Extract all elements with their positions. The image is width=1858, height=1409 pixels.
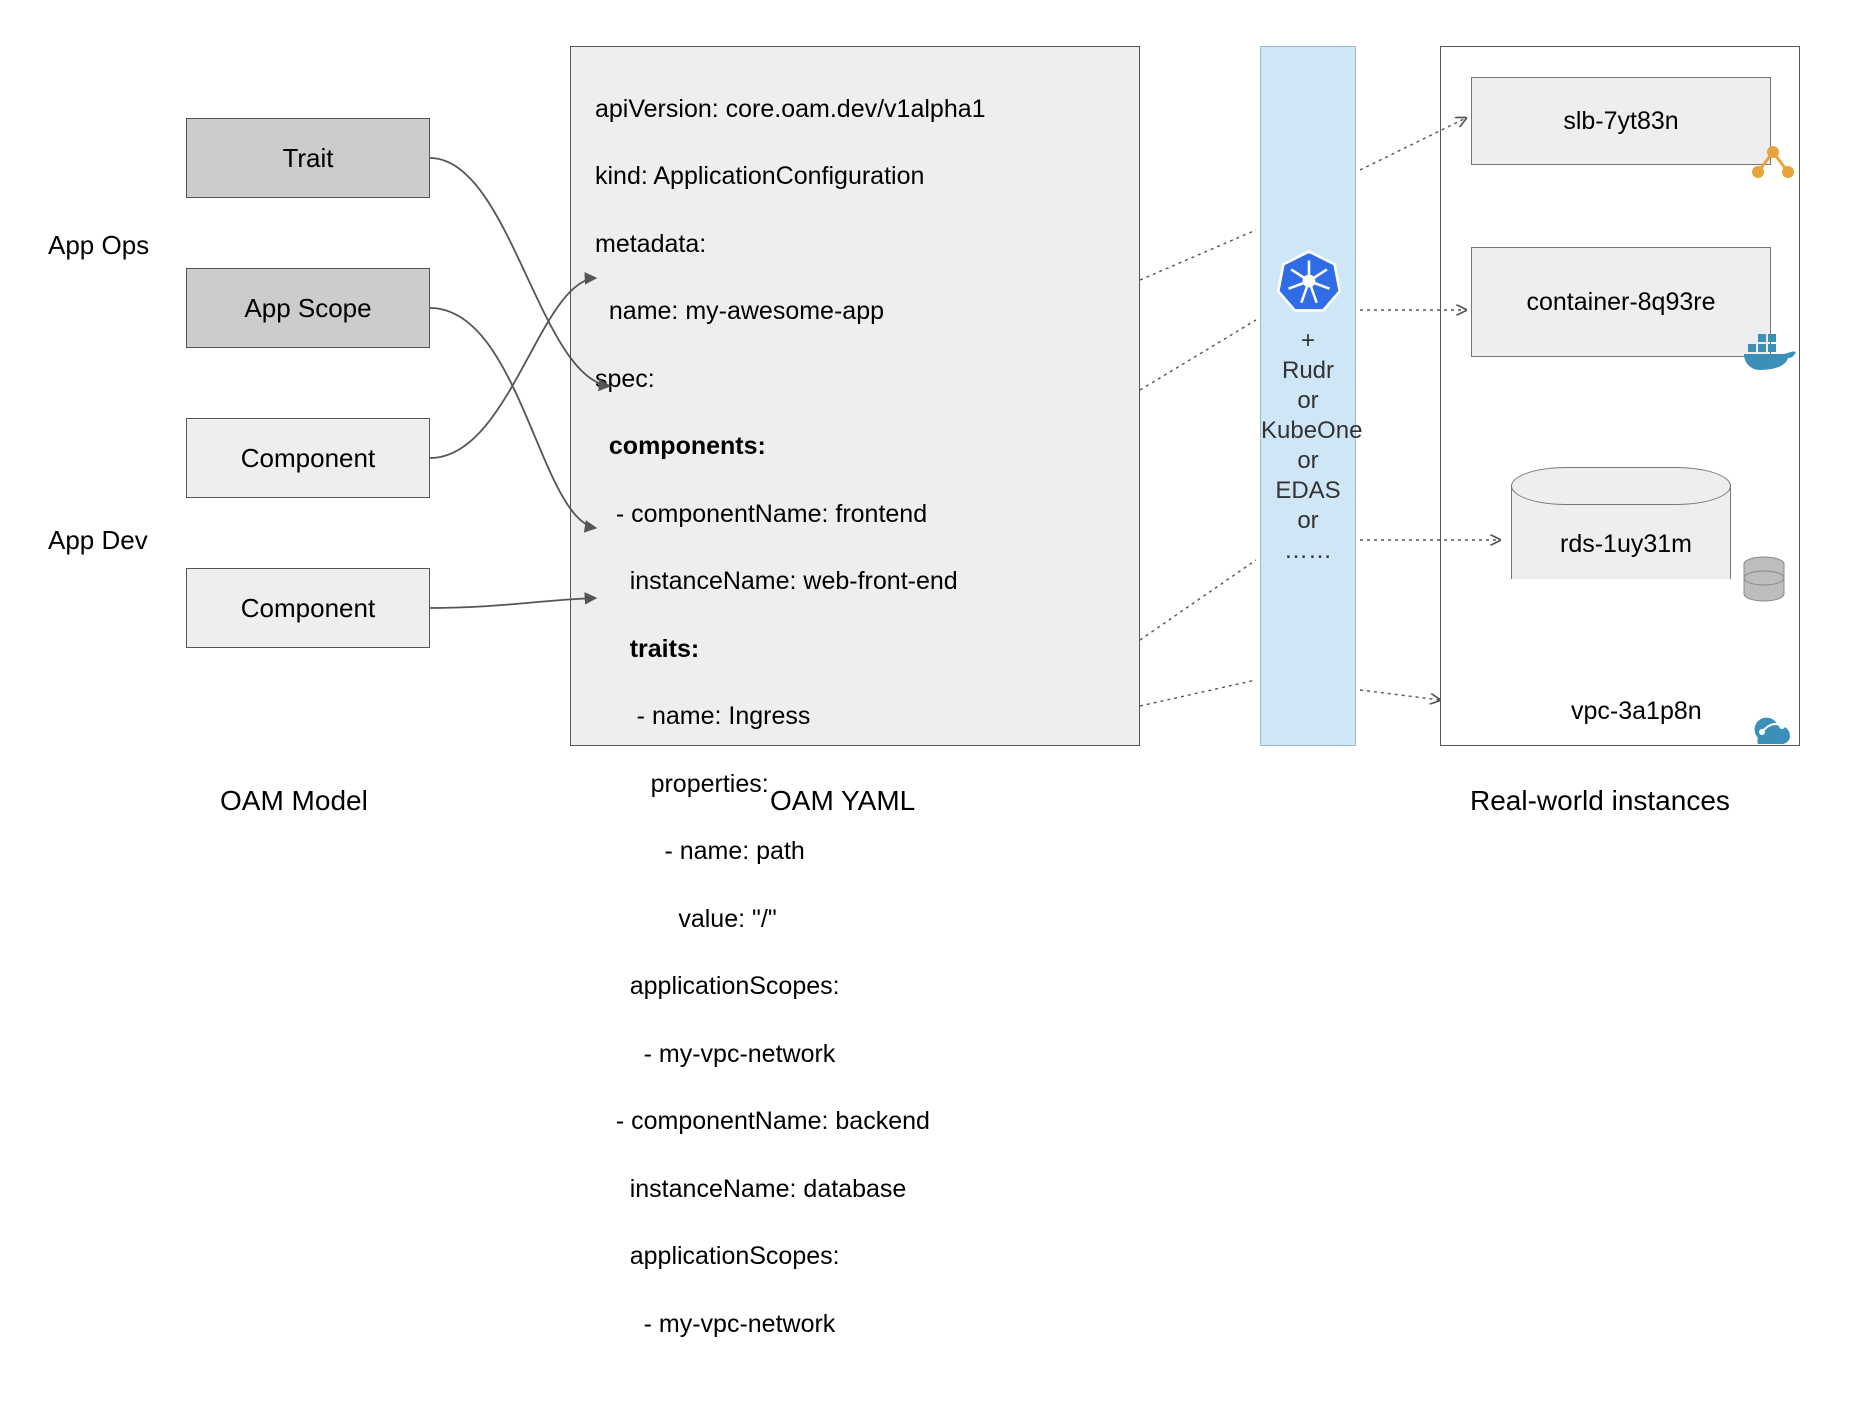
diagram-canvas: App Ops App Dev Trait App Scope Componen…	[0, 0, 1858, 838]
yaml-line: applicationScopes:	[595, 970, 1119, 1004]
role-app-ops-label: App Ops	[48, 230, 149, 261]
yaml-line: applicationScopes:	[595, 1240, 1119, 1274]
yaml-section-title: OAM YAML	[770, 785, 915, 817]
runtime-item: or	[1261, 507, 1355, 535]
runtime-item: Rudr	[1261, 357, 1355, 385]
database-icon	[1740, 556, 1788, 613]
yaml-line: instanceName: web-front-end	[595, 565, 1119, 599]
runtime-item: ……	[1261, 537, 1355, 565]
model-scope-label: App Scope	[244, 293, 371, 324]
runtime-plus: +	[1261, 327, 1355, 355]
model-trait-label: Trait	[282, 143, 333, 174]
docker-icon	[1742, 330, 1798, 375]
instances-panel: slb-7yt83n container-8q93re vpc-3a1p8n	[1440, 46, 1800, 746]
runtime-item: or	[1261, 387, 1355, 415]
cloud-network-icon	[1742, 710, 1798, 751]
yaml-line: - componentName: frontend	[595, 498, 1119, 532]
kubernetes-icon	[1277, 249, 1341, 313]
model-scope-box: App Scope	[186, 268, 430, 348]
instance-slb-label: slb-7yt83n	[1563, 107, 1678, 136]
model-component2-box: Component	[186, 568, 430, 648]
yaml-line: instanceName: database	[595, 1173, 1119, 1207]
runtime-column: + Rudr or KubeOne or EDAS or ……	[1260, 46, 1356, 746]
yaml-panel: apiVersion: core.oam.dev/v1alpha1 kind: …	[570, 46, 1140, 746]
yaml-line: - my-vpc-network	[595, 1038, 1119, 1072]
model-section-title: OAM Model	[220, 785, 368, 817]
yaml-line: - name: Ingress	[595, 700, 1119, 734]
yaml-line: spec:	[595, 363, 1119, 397]
yaml-line: name: my-awesome-app	[595, 295, 1119, 329]
instance-slb: slb-7yt83n	[1471, 77, 1771, 165]
instance-vpc-label: vpc-3a1p8n	[1571, 697, 1702, 726]
model-component1-label: Component	[241, 443, 375, 474]
model-component1-box: Component	[186, 418, 430, 498]
instance-container-label: container-8q93re	[1526, 288, 1715, 317]
yaml-line: metadata:	[595, 228, 1119, 262]
yaml-line-bold: traits:	[595, 633, 1119, 667]
runtime-item: EDAS	[1261, 477, 1355, 505]
yaml-line: kind: ApplicationConfiguration	[595, 160, 1119, 194]
runtime-item: or	[1261, 447, 1355, 475]
role-app-dev-label: App Dev	[48, 525, 148, 556]
instance-container: container-8q93re	[1471, 247, 1771, 357]
yaml-line-bold: components:	[595, 430, 1119, 464]
yaml-line: value: "/"	[595, 903, 1119, 937]
yaml-line: apiVersion: core.oam.dev/v1alpha1	[595, 93, 1119, 127]
instance-rds-label: rds-1uy31m	[1560, 530, 1692, 559]
runtime-item: KubeOne	[1261, 417, 1355, 445]
load-balancer-icon	[1750, 145, 1796, 184]
yaml-line: - componentName: backend	[595, 1105, 1119, 1139]
model-trait-box: Trait	[186, 118, 430, 198]
yaml-line: - name: path	[595, 835, 1119, 869]
model-component2-label: Component	[241, 593, 375, 624]
yaml-line: - my-vpc-network	[595, 1308, 1119, 1342]
instances-section-title: Real-world instances	[1470, 785, 1730, 817]
